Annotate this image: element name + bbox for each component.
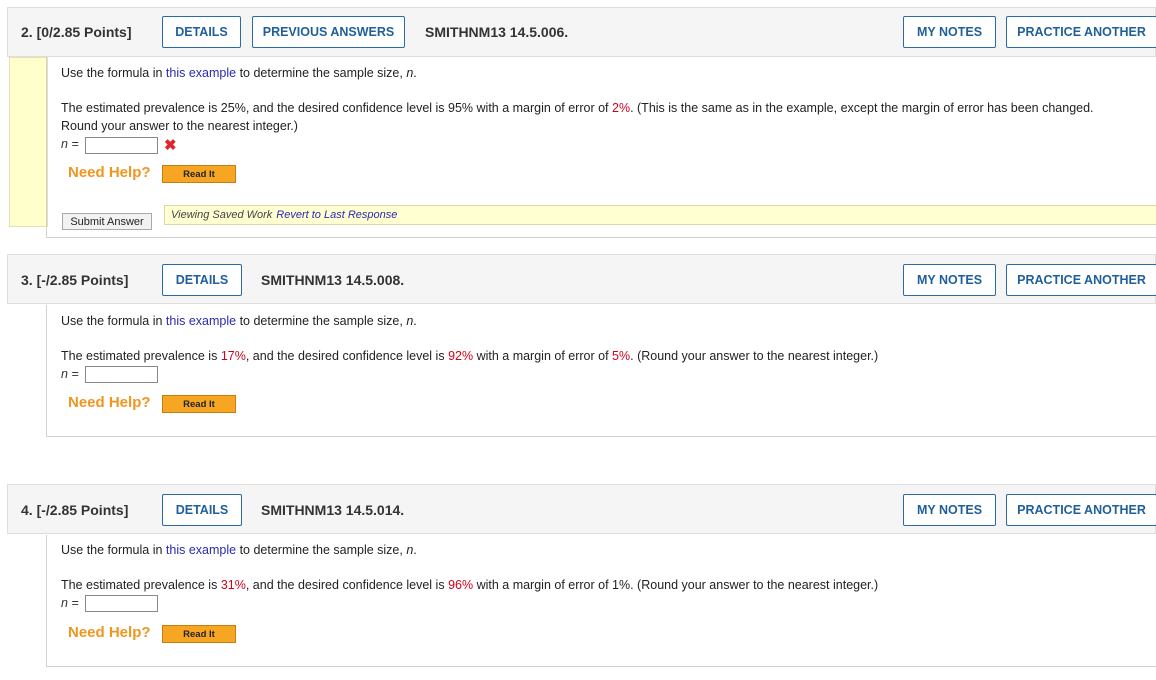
saved-work-text: Viewing Saved Work xyxy=(171,209,273,221)
question-prompt: Use the formula in this example to deter… xyxy=(61,66,417,80)
read-it-button[interactable]: Read It xyxy=(162,165,236,183)
previous-answers-button[interactable]: PREVIOUS ANSWERS xyxy=(252,16,405,48)
revert-link[interactable]: Revert to Last Response xyxy=(276,209,397,221)
question-header: 2. [0/2.85 Points] DETAILS PREVIOUS ANSW… xyxy=(7,7,1156,57)
problem-text: The estimated prevalence is 31%, and the… xyxy=(61,578,879,592)
answer-label: n = xyxy=(61,367,79,381)
question-body: Use the formula in this example to deter… xyxy=(46,305,1156,437)
answer-input[interactable] xyxy=(85,366,158,383)
question-prompt: Use the formula in this example to deter… xyxy=(61,314,417,328)
example-link[interactable]: this example xyxy=(166,66,236,80)
incorrect-indicator-bar xyxy=(9,57,48,227)
answer-label: n = xyxy=(61,596,79,610)
answer-input[interactable] xyxy=(85,595,158,612)
question-header: 4. [-/2.85 Points] DETAILS SMITHNM13 14.… xyxy=(7,484,1156,534)
need-help-label: Need Help? xyxy=(68,164,151,181)
question-id: SMITHNM13 14.5.014. xyxy=(261,502,405,518)
x-mark-icon: ✖ xyxy=(164,137,177,154)
need-help-label: Need Help? xyxy=(68,624,151,641)
question-body: Use the formula in this example to deter… xyxy=(46,535,1156,667)
practice-another-button[interactable]: PRACTICE ANOTHER xyxy=(1006,494,1156,526)
example-link[interactable]: this example xyxy=(166,314,236,328)
my-notes-button[interactable]: MY NOTES xyxy=(903,494,996,526)
question-id: SMITHNM13 14.5.008. xyxy=(261,272,405,288)
problem-text: The estimated prevalence is 25%, and the… xyxy=(61,101,1094,133)
question-prompt: Use the formula in this example to deter… xyxy=(61,543,417,557)
practice-another-button[interactable]: PRACTICE ANOTHER xyxy=(1006,16,1156,48)
answer-input[interactable] xyxy=(85,137,158,154)
details-button[interactable]: DETAILS xyxy=(162,494,242,526)
example-link[interactable]: this example xyxy=(166,543,236,557)
question-points-title: 4. [-/2.85 Points] xyxy=(21,502,129,518)
need-help-label: Need Help? xyxy=(68,394,151,411)
read-it-button[interactable]: Read It xyxy=(162,395,236,413)
saved-work-bar: Viewing Saved Work Revert to Last Respon… xyxy=(164,205,1156,225)
details-button[interactable]: DETAILS xyxy=(162,264,242,296)
practice-another-button[interactable]: PRACTICE ANOTHER xyxy=(1006,264,1156,296)
problem-text: The estimated prevalence is 17%, and the… xyxy=(61,349,879,363)
question-header: 3. [-/2.85 Points] DETAILS SMITHNM13 14.… xyxy=(7,254,1156,304)
question-points-title: 2. [0/2.85 Points] xyxy=(21,24,132,40)
read-it-button[interactable]: Read It xyxy=(162,625,236,643)
answer-label: n = xyxy=(61,137,79,151)
my-notes-button[interactable]: MY NOTES xyxy=(903,264,996,296)
submit-answer-button[interactable]: Submit Answer xyxy=(62,213,152,230)
question-body: Use the formula in this example to deter… xyxy=(46,57,1156,238)
my-notes-button[interactable]: MY NOTES xyxy=(903,16,996,48)
question-id: SMITHNM13 14.5.006. xyxy=(425,24,569,40)
question-points-title: 3. [-/2.85 Points] xyxy=(21,272,129,288)
details-button[interactable]: DETAILS xyxy=(162,16,241,48)
